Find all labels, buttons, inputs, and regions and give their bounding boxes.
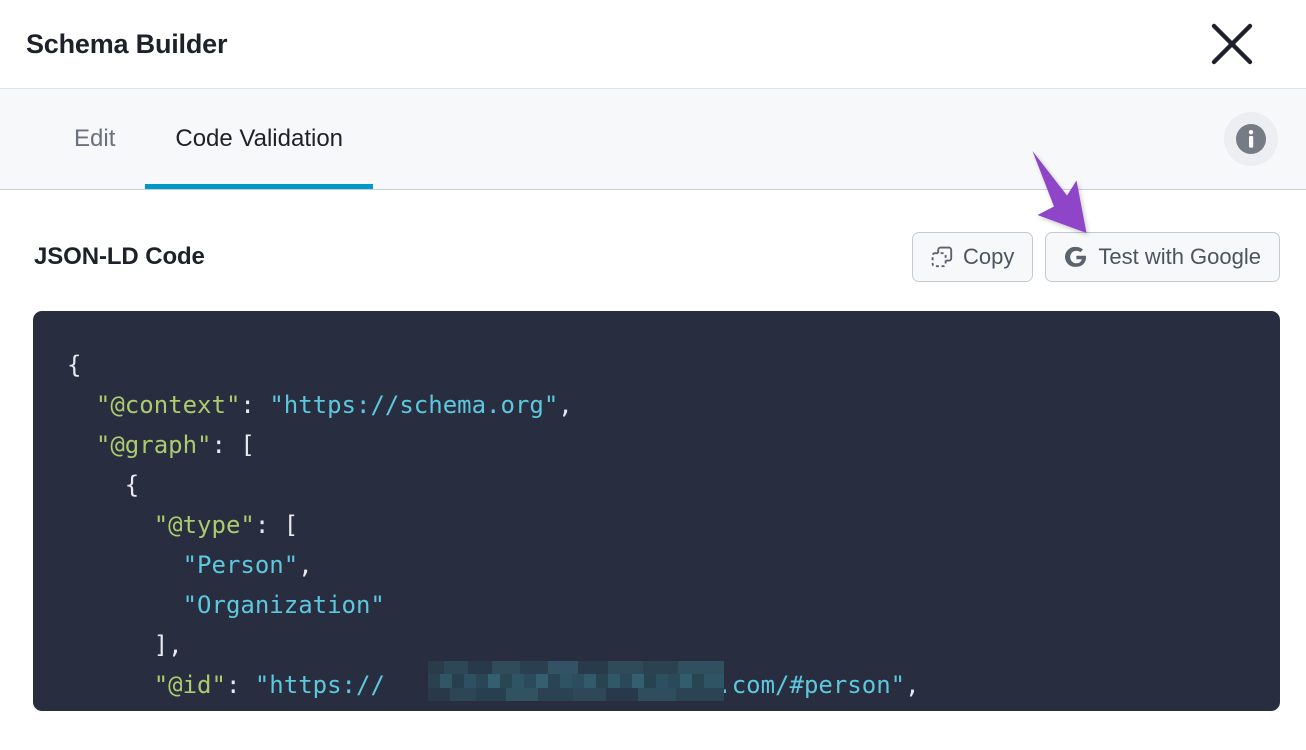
copy-icon — [931, 246, 953, 268]
page-title: Schema Builder — [26, 28, 228, 59]
test-with-google-label: Test with Google — [1098, 244, 1261, 269]
code-line: "@graph": [ — [33, 425, 1280, 465]
code-token-punct: ], — [153, 631, 183, 659]
tab-code-validation-label: Code Validation — [175, 125, 344, 152]
code-token-key: "@id" — [153, 671, 226, 699]
code-token-punct: : [ — [211, 431, 255, 459]
tab-edit-label: Edit — [74, 125, 116, 152]
copy-button-label: Copy — [963, 244, 1015, 269]
code-token-punct: : — [225, 671, 255, 699]
code-line: { — [33, 465, 1280, 505]
code-token-punct: { — [124, 471, 140, 499]
code-line: { — [33, 345, 1280, 385]
json-ld-code-block[interactable]: { "@context": "https://schema.org", "@gr… — [33, 311, 1280, 711]
code-token-str: "Organization" — [182, 591, 385, 619]
tab-list: Edit Code Validation — [0, 89, 373, 189]
close-button[interactable] — [1204, 16, 1260, 72]
modal-header: Schema Builder — [0, 0, 1306, 89]
section-title: JSON-LD Code — [34, 243, 205, 270]
code-token-redacted — [385, 671, 717, 699]
code-toolbar: JSON-LD Code Copy Test with Google — [34, 232, 1280, 282]
code-token-punct: { — [67, 351, 82, 379]
code-token-key: "@context" — [95, 391, 241, 419]
code-token-str: "https://schema.org" — [269, 391, 559, 419]
code-token-punct: , — [298, 551, 313, 579]
code-token-key: "@type" — [153, 511, 255, 539]
schema-builder-modal: Schema Builder Edit Code Validation JSON… — [0, 0, 1306, 750]
code-line: "Person", — [33, 545, 1280, 585]
test-with-google-button[interactable]: Test with Google — [1045, 232, 1280, 282]
tab-edit[interactable]: Edit — [44, 89, 145, 189]
code-token-str: .com/#person" — [717, 671, 906, 699]
info-icon — [1234, 122, 1268, 156]
tab-code-validation[interactable]: Code Validation — [145, 89, 373, 189]
code-line: "@type": [ — [33, 505, 1280, 545]
tab-bar: Edit Code Validation — [0, 89, 1306, 190]
code-token-punct: , — [905, 671, 920, 699]
info-button[interactable] — [1224, 112, 1278, 166]
code-line: "@context": "https://schema.org", — [33, 385, 1280, 425]
code-token-str: "https:// — [254, 671, 385, 699]
code-token-punct: : [ — [254, 511, 299, 539]
code-token-punct: , — [558, 391, 573, 419]
code-validation-panel: JSON-LD Code Copy Test with Google {"@c… — [0, 190, 1306, 750]
copy-button[interactable]: Copy — [912, 232, 1034, 282]
toolbar-actions: Copy Test with Google — [912, 232, 1280, 282]
close-icon — [1209, 21, 1255, 67]
code-line: "Organization" — [33, 585, 1280, 625]
code-line: "@id": "https:// .com/#person", — [33, 665, 1280, 705]
code-token-punct: : — [240, 391, 270, 419]
code-lines: { "@context": "https://schema.org", "@gr… — [33, 345, 1280, 705]
google-g-icon — [1064, 245, 1088, 269]
code-line: ], — [33, 625, 1280, 665]
code-token-str: "Person" — [182, 551, 299, 579]
code-token-key: "@graph" — [95, 431, 212, 459]
